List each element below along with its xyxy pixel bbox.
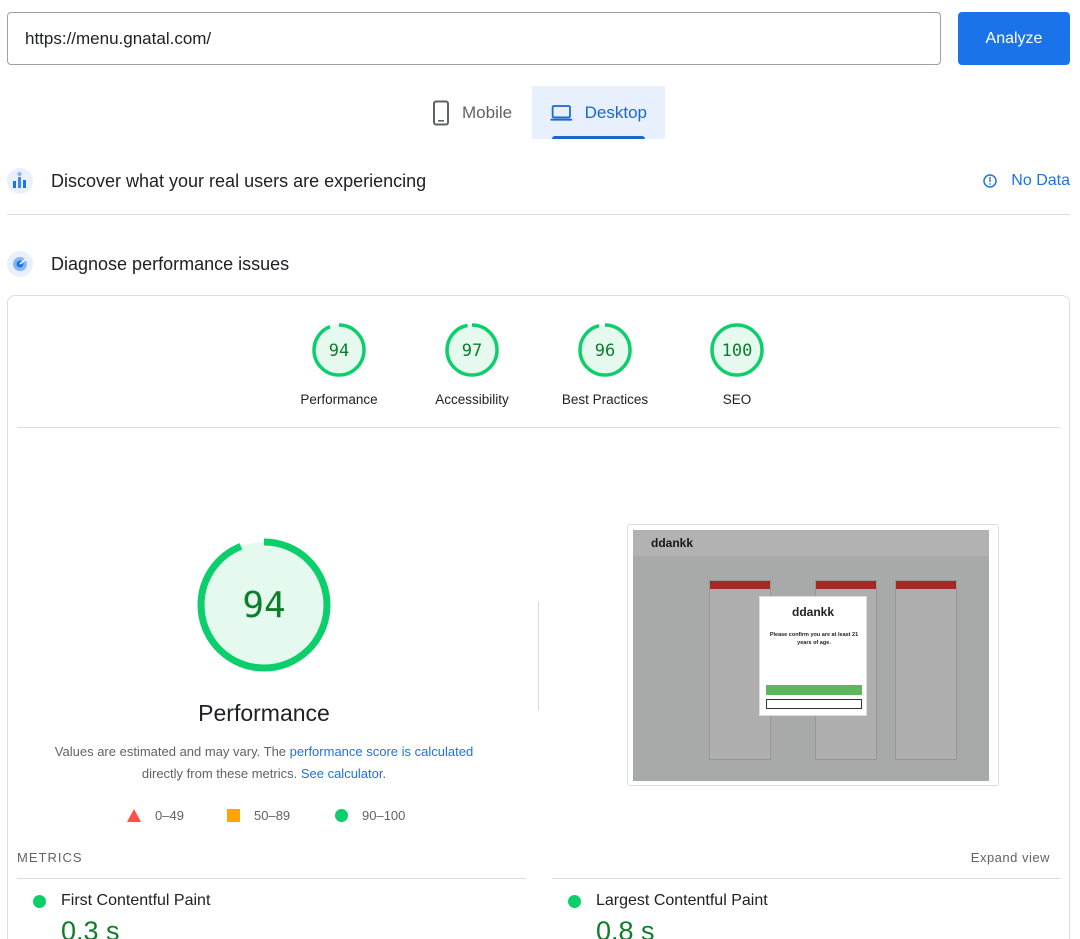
section-divider [7,214,1070,215]
gauges-divider [17,427,1060,428]
gauge-score: 96 [595,341,615,361]
tab-mobile-label: Mobile [462,102,513,122]
gauge-score: 97 [462,341,482,361]
field-data-header: Discover what your real users are experi… [7,161,1070,201]
gauge-label: Best Practices [561,392,649,407]
vertical-separator [538,602,539,710]
modal-confirm-button [766,685,862,695]
lab-data-title: Diagnose performance issues [51,253,290,274]
metric-divider [552,878,1060,879]
screenshot-content: ddankk ddankk Please confirm you are at … [633,530,989,781]
main-gauge-label: Performance [198,700,330,726]
tab-desktop[interactable]: Desktop [532,86,665,139]
gauge-label: Performance [300,392,378,407]
diagnose-icon [7,251,33,277]
tab-mobile[interactable]: Mobile [414,86,530,139]
no-data-indicator[interactable]: No Data [983,161,1070,201]
modal-body [768,653,860,675]
phone-icon [433,100,449,125]
gauge-seo[interactable]: 100 SEO [677,322,797,407]
expand-view-button[interactable]: Expand view [971,850,1050,865]
no-data-label: No Data [1011,172,1070,189]
field-data-title: Discover what your real users are experi… [51,170,427,191]
description-middle: directly from these metrics. [141,766,298,781]
main-gauge-score: 94 [242,585,285,626]
gauge-accessibility[interactable]: 97 Accessibility [412,322,532,407]
users-chart-icon [7,168,33,194]
page-screenshot[interactable]: ddankk ddankk Please confirm you are at … [627,524,999,786]
gauge-performance[interactable]: 94 Performance [279,322,399,407]
legend-fail: 0–49 [127,808,184,823]
gauge-score: 94 [329,341,349,361]
legend-average-range: 50–89 [254,808,291,823]
legend-average: 50–89 [227,808,290,823]
analyze-button[interactable]: Analyze [958,12,1070,65]
gauge-best-practices[interactable]: 96 Best Practices [545,322,665,407]
description-prefix: Values are estimated and may vary. The [54,744,287,759]
age-gate-modal: ddankk Please confirm you are at least 2… [759,596,867,716]
triangle-icon [127,809,141,822]
legend-pass: 90–100 [335,808,405,823]
pass-dot-icon [33,895,46,908]
gauge-score: 100 [722,341,753,361]
score-description: Values are estimated and may vary. The p… [40,741,488,785]
laptop-icon [550,104,573,121]
metric-divider [17,878,526,879]
score-calculation-link[interactable]: performance score is calculated [290,744,474,759]
metric-value: 0.3 s [61,916,120,939]
square-icon [227,809,240,822]
legend-fail-range: 0–49 [155,808,184,823]
metrics-title: METRICS [17,850,83,865]
metric-value: 0.8 s [596,916,655,939]
gauge-label: Accessibility [435,392,509,407]
calculator-link[interactable]: See calculator [301,766,383,781]
metric-name: First Contentful Paint [61,892,211,909]
pass-dot-icon [568,895,581,908]
main-performance-gauge: 94 [197,538,331,672]
info-icon [983,174,998,188]
lab-data-header: Diagnose performance issues [7,244,1070,284]
modal-logo: ddankk [791,605,834,619]
tab-desktop-label: Desktop [584,102,647,122]
legend-pass-range: 90–100 [362,808,406,823]
modal-leave-button [766,699,862,709]
metric-name: Largest Contentful Paint [596,892,768,909]
url-input[interactable] [7,12,941,65]
gauge-label: SEO [722,392,752,407]
modal-title: Please confirm you are at least 21 years… [769,632,859,646]
circle-icon [335,809,348,822]
description-suffix: . [382,766,387,781]
